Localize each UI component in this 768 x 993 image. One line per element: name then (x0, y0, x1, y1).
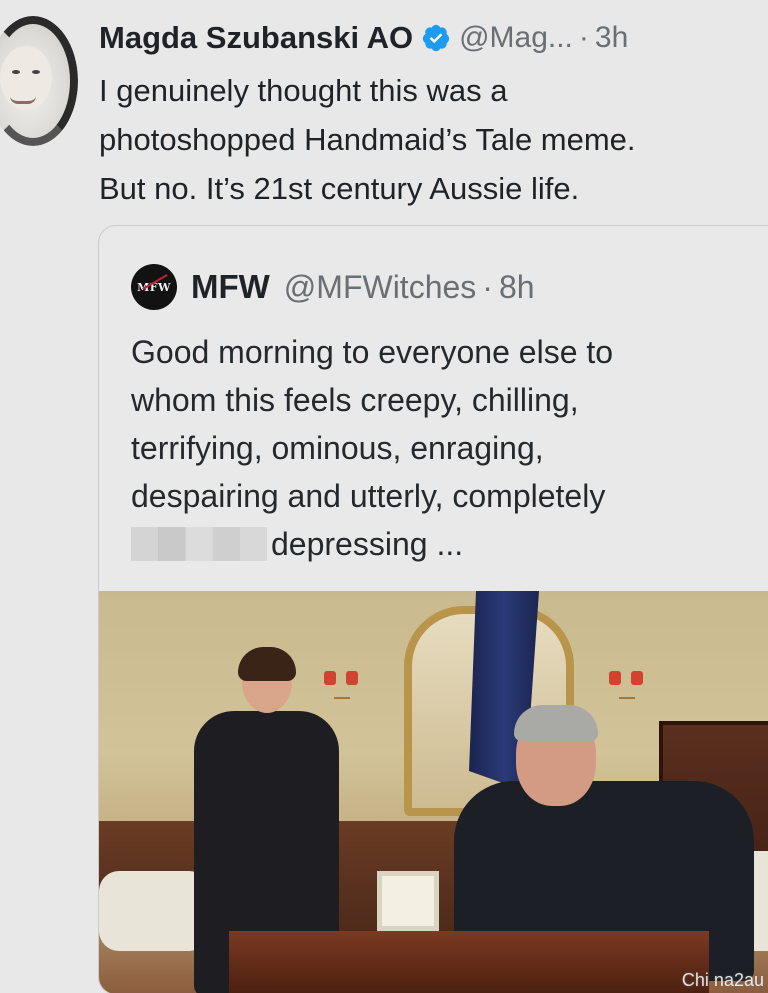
tweet-text-line: photoshopped Handmaid’s Tale meme. (99, 122, 636, 157)
quoted-text-line: whom this feels creepy, chilling, (131, 382, 579, 418)
avatar-hood (0, 16, 78, 146)
quoted-author-display-name[interactable]: MFW (191, 268, 270, 306)
quoted-text-line: despairing and utterly, completely (131, 478, 606, 514)
tweet-body: I genuinely thought this was a photoshop… (99, 66, 768, 213)
quoted-tweet-header: MFW MFW @MFWitches · 8h (131, 264, 535, 310)
quoted-text-line: Good morning to everyone else to (131, 334, 614, 370)
tweet-timestamp[interactable]: 3h (595, 21, 628, 55)
tweet-text-line: I genuinely thought this was a (99, 73, 508, 108)
photo-picture-frame (377, 871, 439, 931)
quoted-tweet-body: Good morning to everyone else to whom th… (131, 328, 768, 568)
quoted-text-line-last: depressing ... (131, 520, 768, 568)
quoted-text-line: terrifying, ominous, enraging, (131, 430, 544, 466)
quoted-text-after-redaction: depressing ... (271, 526, 464, 562)
quoted-tweet-photo[interactable] (99, 591, 768, 993)
author-handle[interactable]: @Mag... (459, 21, 573, 55)
author-display-name[interactable]: Magda Szubanski AO (99, 20, 413, 56)
quoted-author-avatar[interactable]: MFW (131, 264, 177, 310)
separator-dot: · (482, 268, 493, 305)
verified-badge-icon (422, 24, 450, 52)
photo-desk (229, 931, 709, 993)
photo-wall-sconce (609, 671, 645, 701)
author-avatar[interactable] (0, 16, 78, 146)
tweet-text-line: But no. It’s 21st century Aussie life. (99, 171, 580, 206)
watermark-text: Chi na2au (681, 970, 764, 990)
quoted-tweet-card[interactable]: MFW MFW @MFWitches · 8h Good morning to … (98, 225, 768, 993)
tweet-header: Magda Szubanski AO @Mag... · 3h (99, 20, 628, 56)
quoted-author-handle[interactable]: @MFWitches (284, 269, 476, 306)
quoted-tweet-timestamp[interactable]: 8h (499, 269, 535, 306)
separator-dot: · (578, 21, 589, 54)
redaction-blur (131, 527, 267, 561)
